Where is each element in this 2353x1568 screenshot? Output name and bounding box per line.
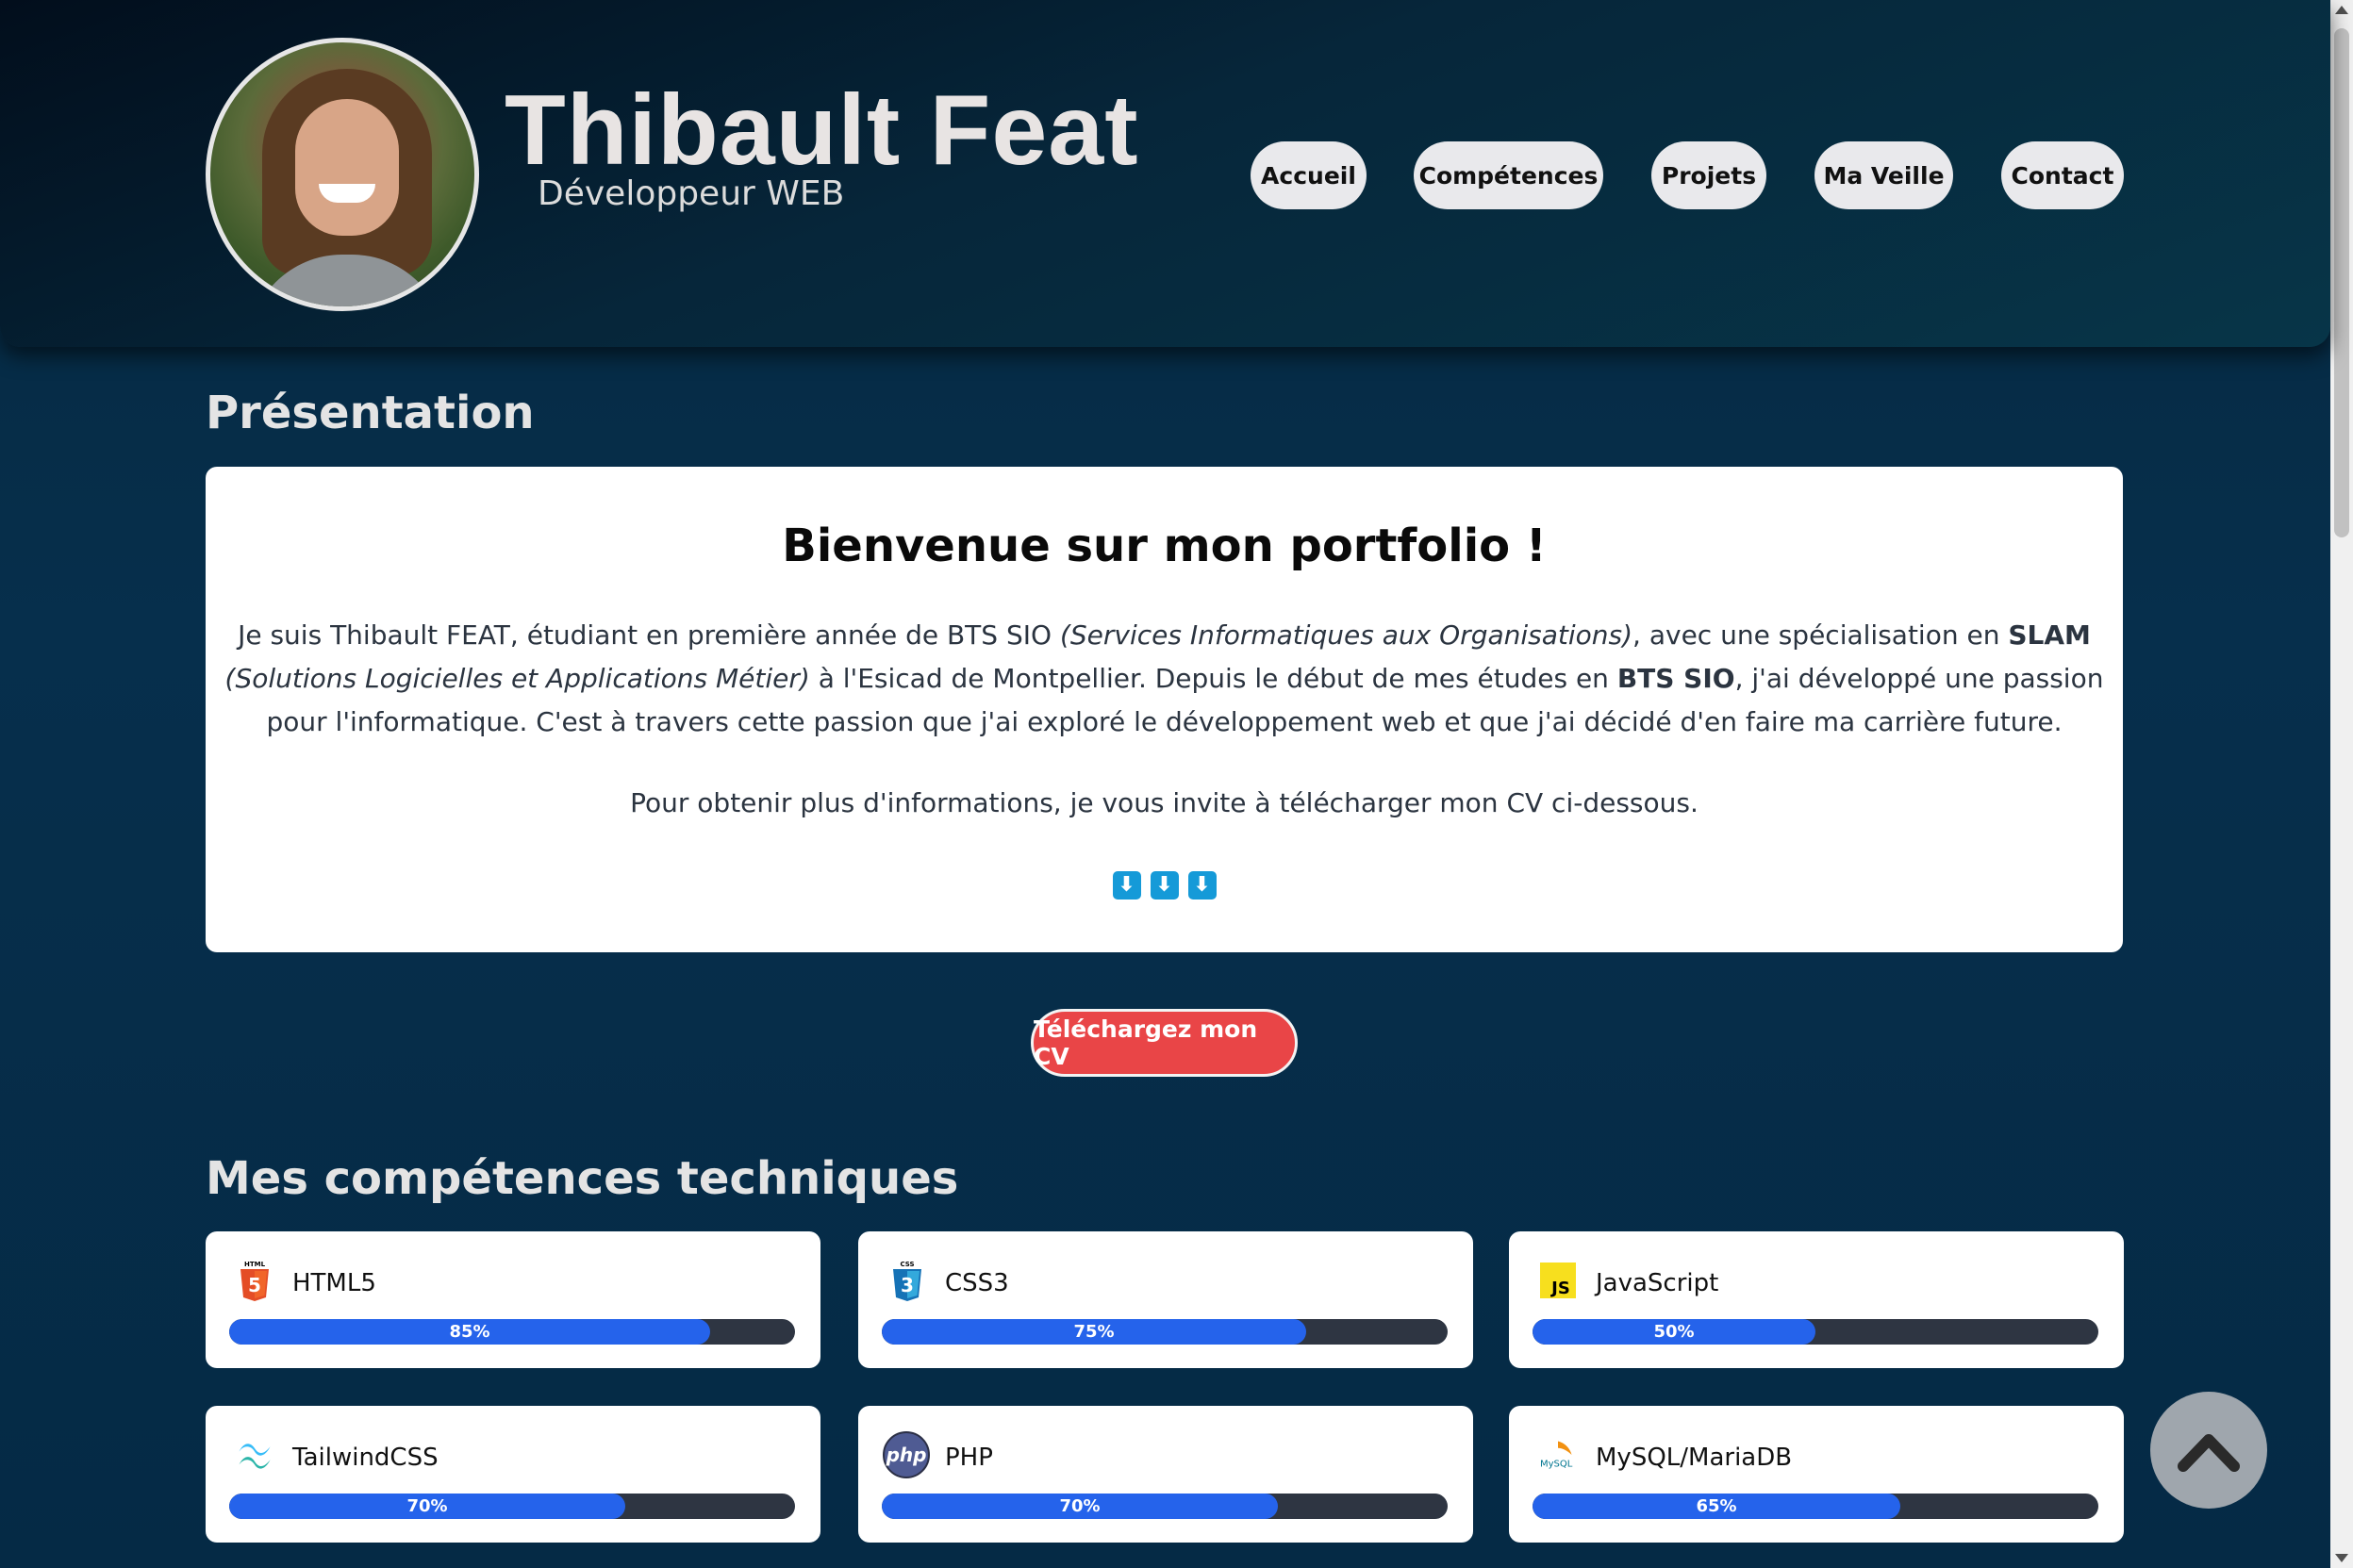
skill-card-tailwindcss: TailwindCSS 70%: [206, 1406, 820, 1543]
down-arrow-icon: ⬇: [1112, 871, 1141, 900]
skill-progress-bar: 85%: [229, 1319, 710, 1345]
svg-text:MySQL: MySQL: [1540, 1460, 1573, 1470]
page-scrollbar[interactable]: [2330, 0, 2353, 1568]
php-icon: php: [881, 1431, 932, 1478]
skill-progress-track: 50%: [1533, 1319, 2098, 1345]
scrollbar-thumb[interactable]: [2334, 28, 2349, 537]
skill-card-mysql: MySQL MySQL/MariaDB 65%: [1509, 1406, 2124, 1543]
skill-progress-bar: 70%: [229, 1494, 625, 1519]
avatar-face: [295, 99, 399, 236]
down-arrows: ⬇ ⬇ ⬇: [206, 871, 2123, 900]
skill-name: JavaScript: [1596, 1269, 1719, 1297]
scroll-down-arrow-icon[interactable]: [2335, 1554, 2348, 1562]
css3-icon: CSS 3: [888, 1260, 926, 1301]
skill-card-php: php PHP 70%: [858, 1406, 1473, 1543]
skill-card-html5: HTML 5 HTML5 85%: [206, 1231, 820, 1368]
skills-title: Mes compétences techniques: [206, 1152, 959, 1205]
svg-text:CSS: CSS: [900, 1261, 914, 1268]
chevron-up-icon: [2178, 1434, 2240, 1472]
para-italic-sio: (Services Informatiques aux Organisation…: [1059, 619, 1633, 651]
skill-progress-track: 75%: [882, 1319, 1448, 1345]
skill-name: MySQL/MariaDB: [1596, 1444, 1793, 1472]
html5-icon: HTML 5: [236, 1260, 273, 1301]
skill-progress-track: 85%: [229, 1319, 795, 1345]
cv-invitation-text: Pour obtenir plus d'informations, je vou…: [630, 787, 1698, 818]
skill-name: TailwindCSS: [292, 1444, 439, 1472]
site-subtitle: Développeur WEB: [538, 174, 845, 213]
svg-text:5: 5: [248, 1274, 261, 1296]
download-cv-button[interactable]: Téléchargez mon CV: [1031, 1009, 1298, 1077]
svg-text:JS: JS: [1549, 1279, 1570, 1298]
skill-progress-bar: 50%: [1533, 1319, 1815, 1345]
svg-text:HTML: HTML: [244, 1261, 266, 1268]
skill-card-css3: CSS 3 CSS3 75%: [858, 1231, 1473, 1368]
site-header: Thibault Feat Développeur WEB Accueil Co…: [0, 0, 2330, 347]
para-text: , avec une spécialisation en: [1632, 619, 2009, 651]
presentation-paragraph: Je suis Thibault FEAT, étudiant en premi…: [206, 614, 2123, 744]
presentation-card: Bienvenue sur mon portfolio ! Je suis Th…: [206, 467, 2123, 952]
presentation-title: Présentation: [206, 387, 535, 439]
nav-accueil-button[interactable]: Accueil: [1251, 141, 1367, 209]
skill-name: HTML5: [292, 1269, 376, 1297]
down-arrow-icon: ⬇: [1187, 871, 1217, 900]
skill-name: CSS3: [945, 1269, 1009, 1297]
site-owner-name: Thibault Feat: [505, 74, 1139, 186]
skill-progress-bar: 75%: [882, 1319, 1306, 1345]
nav-competences-button[interactable]: Compétences: [1414, 141, 1603, 209]
mysql-icon: MySQL: [1539, 1434, 1577, 1476]
avatar: [206, 38, 479, 311]
tailwindcss-icon: [236, 1434, 273, 1476]
skill-progress-track: 70%: [229, 1494, 795, 1519]
para-text: Je suis Thibault FEAT, étudiant en premi…: [238, 619, 1060, 651]
para-bold-slam: SLAM: [2008, 619, 2091, 651]
skill-progress-bar: 70%: [882, 1494, 1278, 1519]
javascript-icon: JS: [1539, 1260, 1577, 1301]
welcome-heading: Bienvenue sur mon portfolio !: [782, 520, 1547, 572]
nav-projets-button[interactable]: Projets: [1651, 141, 1766, 209]
skill-name: PHP: [945, 1444, 993, 1472]
scroll-up-arrow-icon[interactable]: [2335, 6, 2348, 14]
nav-contact-button[interactable]: Contact: [2001, 141, 2124, 209]
para-bold-bts: BTS SIO: [1616, 663, 1735, 694]
down-arrow-icon: ⬇: [1150, 871, 1179, 900]
skill-progress-track: 65%: [1533, 1494, 2098, 1519]
svg-text:php: php: [886, 1444, 927, 1466]
skill-card-javascript: JS JavaScript 50%: [1509, 1231, 2124, 1368]
para-italic-slam: (Solutions Logicielles et Applications M…: [224, 663, 810, 694]
skill-progress-bar: 65%: [1533, 1494, 1900, 1519]
scroll-to-top-button[interactable]: [2150, 1392, 2267, 1509]
svg-text:3: 3: [901, 1274, 914, 1296]
nav-ma-veille-button[interactable]: Ma Veille: [1814, 141, 1953, 209]
skill-progress-track: 70%: [882, 1494, 1448, 1519]
para-text: à l'Esicad de Montpellier. Depuis le déb…: [809, 663, 1617, 694]
